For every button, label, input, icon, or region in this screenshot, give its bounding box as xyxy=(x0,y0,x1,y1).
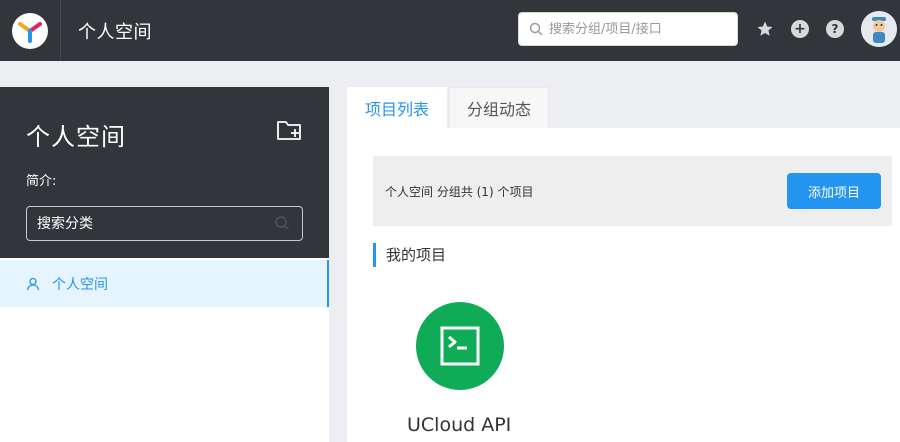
help-icon[interactable]: ? xyxy=(825,19,845,39)
tab-group-activity[interactable]: 分组动态 xyxy=(449,87,550,128)
group-list-item[interactable]: 个人空间 xyxy=(0,260,329,307)
logo-area[interactable] xyxy=(0,0,61,61)
search-icon xyxy=(529,22,543,36)
global-search-input[interactable] xyxy=(549,21,729,37)
terminal-icon xyxy=(440,326,480,366)
global-search[interactable] xyxy=(518,12,738,46)
app-logo[interactable] xyxy=(12,12,48,49)
add-project-button[interactable]: 添加项目 xyxy=(787,173,881,209)
category-search-input[interactable] xyxy=(37,215,267,232)
top-header: 个人空间 + ? xyxy=(0,0,900,61)
group-list: 个人空间 xyxy=(0,258,329,442)
project-count-bar: 个人空间 分组共 (1) 个项目 添加项目 xyxy=(373,156,892,226)
project-logo[interactable] xyxy=(416,302,504,390)
star-icon[interactable] xyxy=(755,19,775,39)
add-folder-icon[interactable] xyxy=(276,118,304,142)
group-list-item-label: 个人空间 xyxy=(52,276,108,293)
search-icon xyxy=(275,216,289,230)
description-label: 简介: xyxy=(26,174,57,189)
plus-icon[interactable]: + xyxy=(790,19,810,39)
avatar[interactable] xyxy=(861,11,897,47)
header-title: 个人空间 xyxy=(78,21,152,43)
main-tabs: 项目列表 分组动态 xyxy=(347,87,551,128)
project-count-text: 个人空间 分组共 (1) 个项目 xyxy=(385,184,534,199)
tab-project-list[interactable]: 项目列表 xyxy=(347,87,448,128)
group-title: 个人空间 xyxy=(26,123,126,151)
group-info-panel: 个人空间 简介: xyxy=(0,87,329,258)
category-search[interactable] xyxy=(26,206,303,241)
project-card[interactable]: UCloud API xyxy=(407,302,517,442)
project-list-panel: 个人空间 分组共 (1) 个项目 添加项目 我的项目 UCloud API xyxy=(347,128,900,442)
project-name[interactable]: UCloud API xyxy=(407,414,511,436)
section-title: 我的项目 xyxy=(373,243,446,267)
user-icon xyxy=(26,277,40,290)
